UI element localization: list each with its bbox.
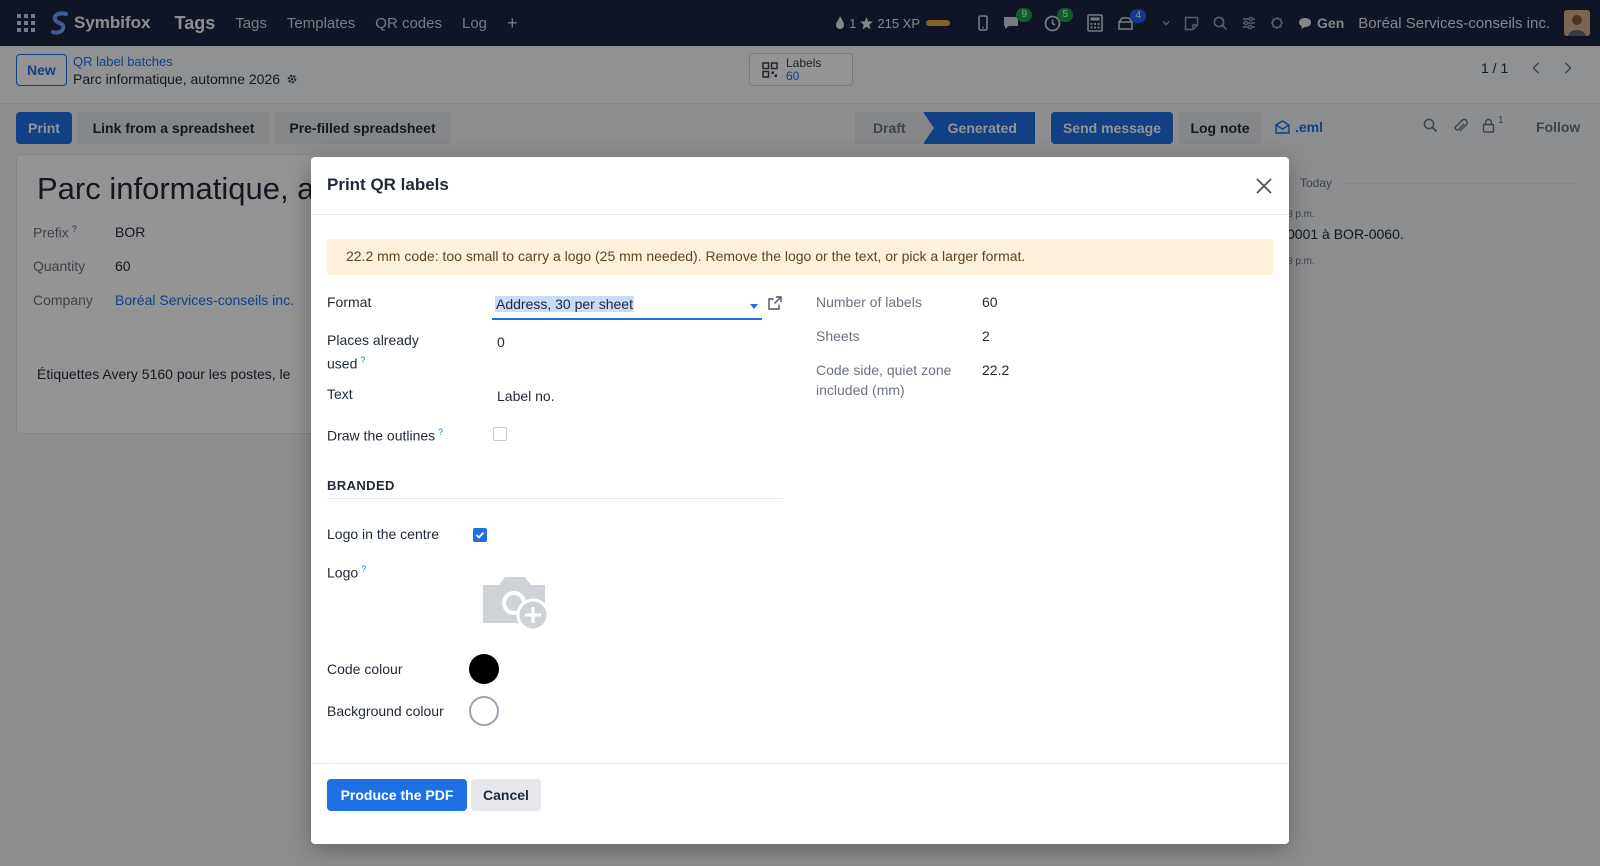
outlines-checkbox[interactable] — [493, 427, 507, 441]
outlines-label: Draw the outlines? — [327, 427, 444, 444]
cancel-button[interactable]: Cancel — [471, 779, 541, 811]
close-icon[interactable] — [1253, 175, 1275, 197]
dialog-header: Print QR labels — [311, 157, 1289, 215]
text-label: Text — [327, 386, 353, 402]
number-of-labels-label: Number of labels — [816, 294, 922, 310]
code-colour-swatch[interactable] — [469, 654, 499, 684]
external-link-icon[interactable] — [767, 295, 783, 311]
logo-label: Logo? — [327, 564, 367, 581]
print-qr-labels-dialog: Print QR labels 22.2 mm code: too small … — [311, 157, 1289, 844]
camera-add-icon[interactable] — [479, 567, 553, 633]
dialog-title: Print QR labels — [327, 175, 449, 194]
places-used-label: Places already used? — [327, 332, 419, 372]
code-colour-label: Code colour — [327, 661, 403, 677]
sheets-label: Sheets — [816, 328, 860, 344]
code-side-value: 22.2 — [982, 362, 1010, 378]
produce-pdf-button[interactable]: Produce the PDF — [327, 779, 467, 811]
background-colour-label: Background colour — [327, 703, 444, 719]
dialog-footer-divider — [311, 763, 1289, 764]
logo-centre-label: Logo in the centre — [327, 526, 440, 542]
sheets-value: 2 — [982, 328, 990, 344]
warning-alert: 22.2 mm code: too small to carry a logo … — [327, 239, 1273, 275]
format-select[interactable]: Address, 30 per sheet — [492, 292, 762, 320]
places-used-value[interactable]: 0 — [497, 332, 505, 352]
text-value[interactable]: Label no. — [497, 386, 555, 406]
caret-down-icon — [750, 304, 758, 309]
code-side-label: Code side, quiet zone included (mm) — [816, 362, 952, 398]
format-value: Address, 30 per sheet — [495, 296, 634, 312]
background-colour-swatch[interactable] — [469, 696, 499, 726]
format-label: Format — [327, 294, 372, 310]
logo-centre-checkbox[interactable] — [473, 528, 487, 542]
number-of-labels-value: 60 — [982, 294, 998, 310]
section-branded: BRANDED — [327, 478, 395, 493]
section-divider — [327, 498, 783, 499]
